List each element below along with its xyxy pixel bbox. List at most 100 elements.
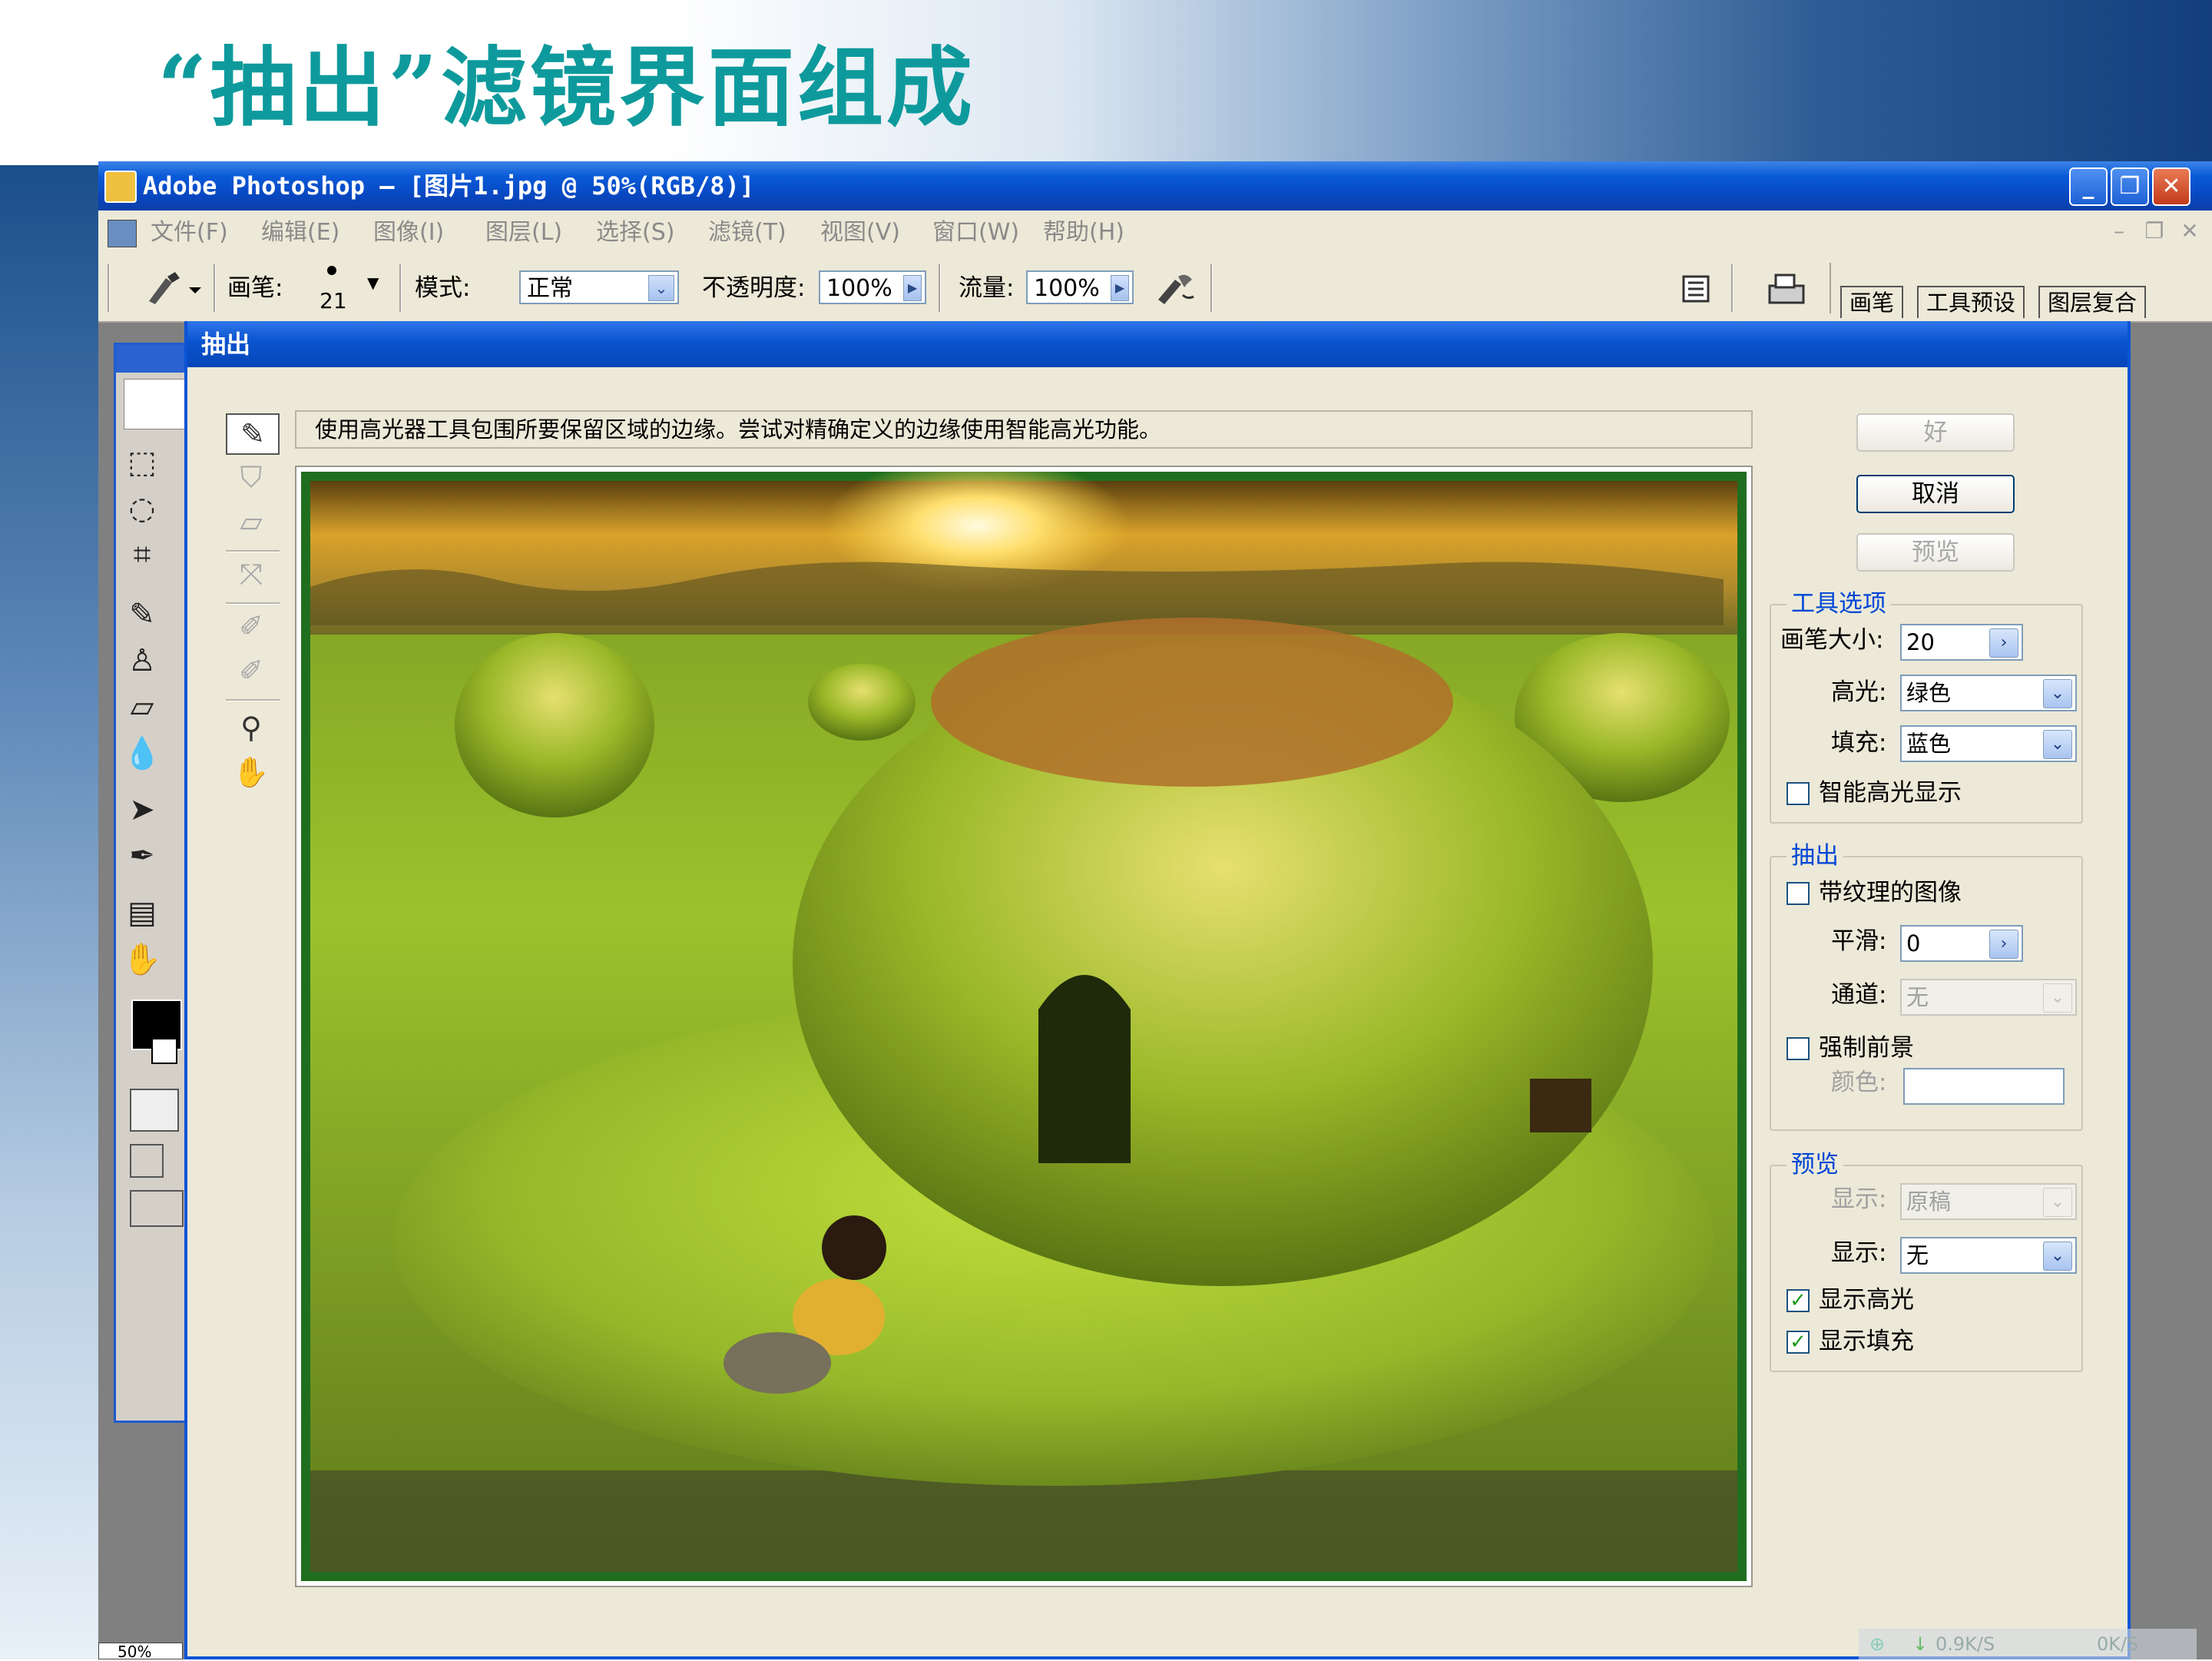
color-swatch[interactable]: [1903, 1068, 2065, 1105]
show-highlight-label: 显示高光: [1819, 1286, 1914, 1314]
highlight-label: 高光:: [1831, 678, 1887, 706]
preview-title: 预览: [1786, 1149, 1843, 1180]
mode-label: 模式:: [415, 274, 471, 302]
opacity-field[interactable]: 100% ▶: [819, 270, 926, 304]
blur-tool-icon[interactable]: 💧: [119, 735, 165, 771]
slide-title: “抽出”滤镜界面组成: [157, 38, 975, 138]
maximize-button[interactable]: ❐: [2111, 167, 2149, 206]
background-color-swatch[interactable]: [151, 1038, 177, 1064]
tab-layer-comps[interactable]: 图层复合: [2038, 286, 2147, 318]
preview-canvas[interactable]: [295, 466, 1753, 1587]
menu-file[interactable]: 文件(F): [151, 211, 228, 255]
menu-window[interactable]: 窗口(W): [932, 211, 1019, 255]
fill-tool-icon[interactable]: ⛉: [226, 458, 276, 496]
display-select[interactable]: 无 ⌄: [1900, 1237, 2077, 1274]
palette-toggle-icon[interactable]: [1681, 274, 1711, 304]
eraser-tool-icon[interactable]: ▱: [226, 502, 276, 541]
pen-tool-icon[interactable]: ✒: [119, 838, 165, 874]
doc-close-button[interactable]: ✕: [2177, 218, 2203, 244]
hand-tool-icon[interactable]: ✋: [226, 753, 276, 791]
tool-options-title: 工具选项: [1786, 588, 1891, 619]
brush-size-field[interactable]: 20 ›: [1900, 624, 2023, 661]
flow-field[interactable]: 100% ▶: [1026, 270, 1134, 304]
smooth-label: 平滑:: [1831, 927, 1887, 955]
menu-help[interactable]: 帮助(H): [1043, 211, 1124, 255]
edge-touchup-tool-icon[interactable]: ✐: [226, 651, 276, 690]
jump-to-imageready-icon[interactable]: [130, 1190, 184, 1227]
file-browser-icon[interactable]: [1765, 270, 1808, 307]
doc-restore-button[interactable]: ❐: [2141, 218, 2167, 244]
lasso-tool-icon[interactable]: ◌: [119, 491, 165, 526]
dialog-titlebar[interactable]: 抽出: [187, 321, 2128, 367]
minimize-button[interactable]: _: [2069, 167, 2108, 206]
chevron-down-icon[interactable]: ⌄: [648, 275, 674, 301]
chevron-down-icon[interactable]: ⌄: [2043, 1188, 2072, 1217]
channel-select[interactable]: 无 ⌄: [1900, 979, 2077, 1016]
menu-edit[interactable]: 编辑(E): [261, 211, 339, 255]
eyedropper-tool-icon[interactable]: ⤧: [226, 555, 276, 593]
clone-stamp-icon[interactable]: ♙: [119, 643, 165, 678]
doc-minimize-button[interactable]: –: [2106, 218, 2132, 244]
path-selection-icon[interactable]: ➤: [119, 792, 165, 827]
eraser-tool-icon[interactable]: ▱: [119, 689, 165, 724]
chevron-down-icon[interactable]: ⌄: [2043, 983, 2072, 1013]
ok-button[interactable]: 好: [1856, 413, 2015, 452]
opacity-label: 不透明度:: [702, 274, 806, 302]
textured-image-checkbox[interactable]: [1786, 882, 1810, 905]
tool-separator: [226, 602, 280, 605]
highlight-select[interactable]: 绿色 ⌄: [1900, 675, 2077, 711]
notes-tool-icon[interactable]: ▤: [119, 895, 165, 930]
healing-brush-icon[interactable]: ✎: [119, 597, 165, 632]
brush-tip-icon[interactable]: [327, 266, 336, 275]
separator: [399, 264, 402, 312]
preview-button[interactable]: 预览: [1856, 533, 2015, 572]
tab-brushes[interactable]: 画笔: [1840, 286, 1904, 318]
show-fill-checkbox[interactable]: ✓: [1786, 1331, 1810, 1354]
menu-filter[interactable]: 滤镜(T): [708, 211, 786, 255]
network-icon: ⊕: [1869, 1633, 1886, 1655]
smooth-field[interactable]: 0 ›: [1900, 925, 2023, 962]
marquee-tool-icon[interactable]: ⬚: [119, 445, 165, 480]
brush-dropdown-icon[interactable]: ▼: [367, 274, 379, 292]
edge-highlighter-tool-icon[interactable]: ✎: [226, 413, 280, 455]
chevron-right-icon[interactable]: ›: [1989, 930, 2018, 959]
menu-select[interactable]: 选择(S): [596, 211, 674, 255]
menu-image[interactable]: 图像(I): [373, 211, 444, 255]
image-water: [310, 1470, 1737, 1572]
palette-well-divider: [1830, 263, 1831, 313]
screen-mode-icon[interactable]: [130, 1144, 164, 1178]
highlight-value: 绿色: [1906, 680, 1952, 706]
brush-tool-preset-icon[interactable]: [144, 270, 206, 306]
mode-select[interactable]: 正常 ⌄: [519, 270, 679, 304]
show-select[interactable]: 原稿 ⌄: [1900, 1183, 2077, 1220]
fill-select[interactable]: 蓝色 ⌄: [1900, 725, 2077, 762]
smart-highlight-checkbox[interactable]: [1786, 782, 1810, 805]
chevron-down-icon[interactable]: ⌄: [2043, 1242, 2072, 1271]
hand-tool-icon[interactable]: ✋: [119, 941, 165, 977]
menu-layer[interactable]: 图层(L): [485, 211, 562, 255]
smooth-value: 0: [1906, 930, 1921, 956]
window-title: Adobe Photoshop – [图片1.jpg @ 50%(RGB/8)]: [143, 171, 755, 201]
force-foreground-checkbox[interactable]: [1786, 1037, 1810, 1060]
menu-view[interactable]: 视图(V): [820, 211, 900, 255]
chevron-right-icon[interactable]: ▶: [903, 275, 922, 301]
close-button[interactable]: ✕: [2152, 167, 2190, 206]
show-highlight-checkbox[interactable]: ✓: [1786, 1289, 1810, 1312]
chevron-down-icon[interactable]: ⌄: [2043, 730, 2072, 759]
cleanup-tool-icon[interactable]: ✐: [226, 607, 276, 645]
document-icon[interactable]: [108, 220, 137, 247]
quick-mask-icon[interactable]: [130, 1089, 179, 1132]
force-foreground-label: 强制前景: [1819, 1034, 1914, 1062]
chevron-right-icon[interactable]: ▶: [1111, 275, 1129, 301]
cancel-button[interactable]: 取消: [1856, 475, 2015, 513]
airbrush-icon[interactable]: [1152, 269, 1198, 307]
zoom-tool-icon[interactable]: ⚲: [226, 708, 276, 747]
arrow-down-icon: ↓: [1912, 1633, 1929, 1655]
zoom-status[interactable]: 50%: [98, 1643, 183, 1660]
window-titlebar[interactable]: Adobe Photoshop – [图片1.jpg @ 50%(RGB/8)]…: [98, 161, 2212, 211]
chevron-right-icon[interactable]: ›: [1989, 628, 2018, 658]
extract-dialog: 抽出 ✎ ⛉ ▱ ⤧ ✐ ✐ ⚲ ✋ 使用高光器工具包围所要保留区域的边缘。尝试…: [184, 321, 2131, 1659]
tab-tool-presets[interactable]: 工具预设: [1917, 286, 2025, 318]
chevron-down-icon[interactable]: ⌄: [2043, 679, 2072, 708]
crop-tool-icon[interactable]: ⌗: [119, 537, 165, 572]
